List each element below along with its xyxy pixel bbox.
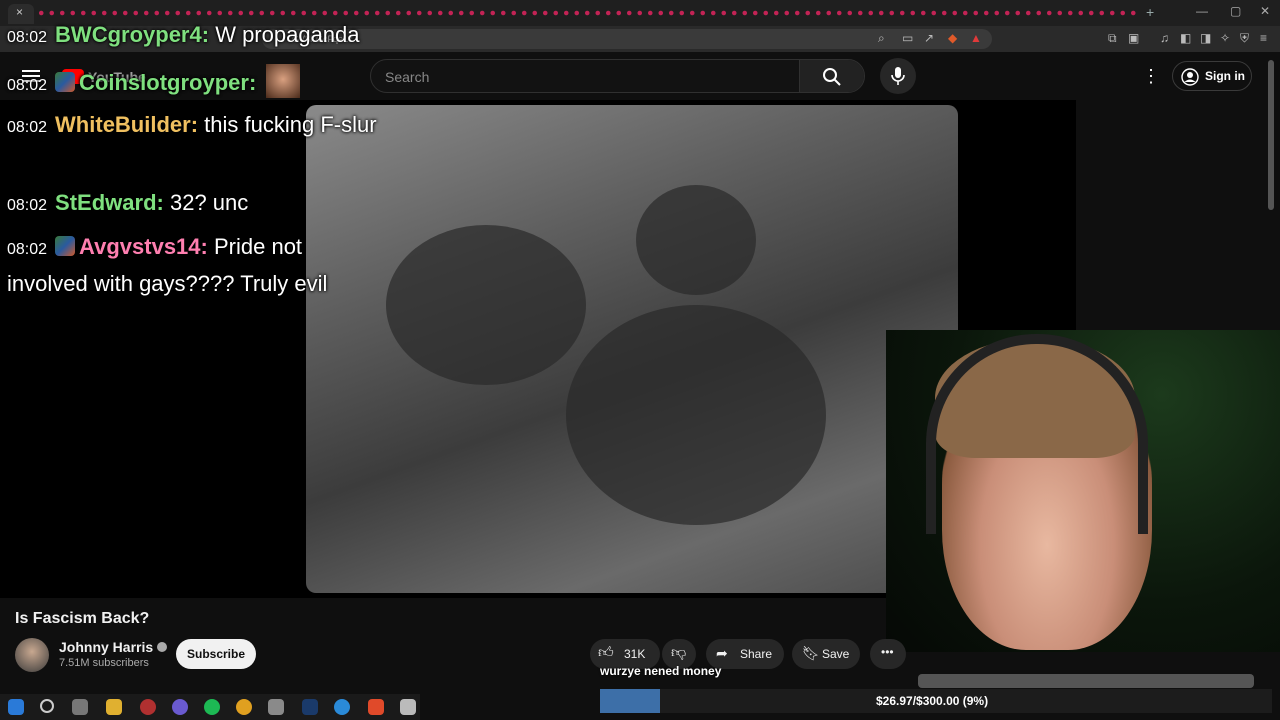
cast-icon[interactable]: ▭	[902, 31, 913, 45]
vpn-icon[interactable]: ⛨	[1240, 31, 1249, 46]
app-icon[interactable]	[400, 699, 416, 715]
zoom-icon[interactable]: ⌕	[878, 31, 885, 46]
chat-message: 08:02 Coinslotgroyper:	[7, 64, 407, 103]
chat-emote-icon	[266, 64, 301, 98]
share-icon: ➦	[716, 645, 728, 661]
chat-message: 08:02 BWCgroyper4: W propaganda	[7, 18, 407, 55]
save-label: Save	[822, 647, 850, 661]
rewards-icon[interactable]: ▲	[970, 31, 982, 45]
chat-message: 08:02 Avgvstvs14: Pride not involved with…	[7, 230, 387, 301]
voice-search-button[interactable]	[880, 58, 916, 94]
chat-text: this fucking F-slur	[204, 112, 377, 137]
video-frame[interactable]	[306, 105, 958, 593]
subscriber-count: 7.51M subscribers	[59, 657, 149, 669]
share-page-icon[interactable]: ↗	[924, 31, 934, 45]
more-horizontal-icon: •••	[881, 645, 894, 659]
close-window-icon[interactable]: ✕	[1260, 4, 1270, 18]
chat-text: 32? unc	[169, 190, 249, 215]
edge-icon[interactable]	[334, 699, 350, 715]
microphone-icon	[891, 67, 905, 85]
chat-timestamp: 08:02	[7, 241, 48, 258]
account-icon	[1181, 68, 1199, 86]
extensions-icon[interactable]: ⧉	[1108, 31, 1117, 46]
start-icon[interactable]	[8, 699, 24, 715]
sidebar-icon[interactable]: ◧	[1180, 31, 1191, 45]
chat-text: W propaganda	[215, 22, 360, 47]
tab-close-icon[interactable]: ×	[16, 5, 23, 19]
donation-message: wurzye nened money	[600, 664, 722, 678]
windows-taskbar	[0, 694, 420, 720]
search-taskbar-icon[interactable]	[40, 699, 54, 713]
like-count: 31K	[624, 647, 646, 661]
donation-goal-text: $26.97/$300.00 (9%)	[876, 694, 989, 708]
brave-icon[interactable]	[368, 699, 384, 715]
frame-shadow	[636, 185, 756, 295]
thumbs-down-icon: 👎︎	[671, 644, 687, 661]
thumbs-up-icon: 👍︎	[598, 644, 614, 661]
chat-timestamp: 08:02	[7, 197, 48, 214]
task-view-icon[interactable]	[72, 699, 88, 715]
chat-timestamp: 08:02	[7, 29, 48, 46]
new-tab-icon[interactable]: +	[1146, 4, 1154, 20]
chat-username: WhiteBuilder:	[55, 112, 199, 137]
spotify-icon[interactable]	[204, 699, 220, 715]
donation-goal-fill	[600, 689, 660, 713]
media-icon[interactable]: ♫	[1160, 31, 1169, 45]
chat-username: Coinslotgroyper:	[79, 70, 257, 95]
minimize-icon[interactable]: —	[1196, 4, 1208, 18]
verified-badge-icon	[157, 642, 168, 652]
frame-shadow	[386, 225, 586, 385]
app-icon[interactable]	[140, 699, 156, 715]
recommended-thumbnails[interactable]	[918, 674, 1254, 688]
wallet-icon[interactable]: ▣	[1128, 31, 1139, 45]
bookmark-icon: 🔖︎	[802, 645, 820, 661]
chat-message: 08:02 StEdward: 32? unc	[7, 186, 407, 223]
search-icon	[823, 68, 841, 86]
brave-shield-icon[interactable]: ◆	[948, 31, 957, 45]
search-box[interactable]: Search	[370, 59, 865, 93]
discord-icon[interactable]	[172, 699, 188, 715]
chat-timestamp: 08:02	[7, 119, 48, 136]
channel-avatar[interactable]	[15, 638, 49, 672]
steam-icon[interactable]	[302, 699, 318, 715]
frame-shadow	[566, 305, 826, 525]
chrome-icon[interactable]	[236, 699, 252, 715]
chat-badge-icon	[55, 72, 76, 92]
chat-timestamp: 08:02	[7, 77, 48, 94]
more-actions-button[interactable]: •••	[870, 639, 906, 669]
sign-in-button[interactable]: Sign in	[1172, 61, 1252, 91]
screen: × + — ▢ ✕ GV8KGcFqeLc ⌕ ▭ ↗ ◆ ▲ ⧉ ▣ ♫ ◧ …	[0, 0, 1280, 720]
share-label: Share	[740, 647, 773, 661]
file-explorer-icon[interactable]	[106, 699, 122, 715]
chat-username: Avgvstvs14:	[79, 234, 208, 259]
channel-name-text[interactable]: Johnny Harris	[59, 639, 153, 655]
chat-message: 08:02 WhiteBuilder: this fucking F-slur	[7, 108, 397, 145]
page-scrollbar[interactable]	[1268, 60, 1274, 210]
sign-in-label: Sign in	[1205, 69, 1245, 83]
video-title: Is Fascism Back?	[15, 610, 150, 627]
tab-favicons[interactable]	[36, 8, 1136, 18]
save-button[interactable]: 🔖︎ Save	[792, 639, 860, 669]
search-button[interactable]	[799, 60, 864, 92]
browser-menu-icon[interactable]: ≡	[1260, 31, 1267, 45]
app-icon[interactable]	[268, 699, 284, 715]
maximize-icon[interactable]: ▢	[1230, 4, 1241, 18]
chat-username: StEdward:	[55, 190, 164, 215]
subscribe-button[interactable]: Subscribe	[176, 639, 256, 669]
chat-username: BWCgroyper4:	[55, 22, 210, 47]
ai-icon[interactable]: ✧	[1220, 31, 1230, 45]
settings-kebab-icon[interactable]: ⋮	[1142, 67, 1160, 85]
profile-icon[interactable]: ◨	[1200, 31, 1211, 45]
channel-name[interactable]: Johnny Harris	[59, 639, 168, 655]
chat-badge-icon	[55, 236, 76, 256]
